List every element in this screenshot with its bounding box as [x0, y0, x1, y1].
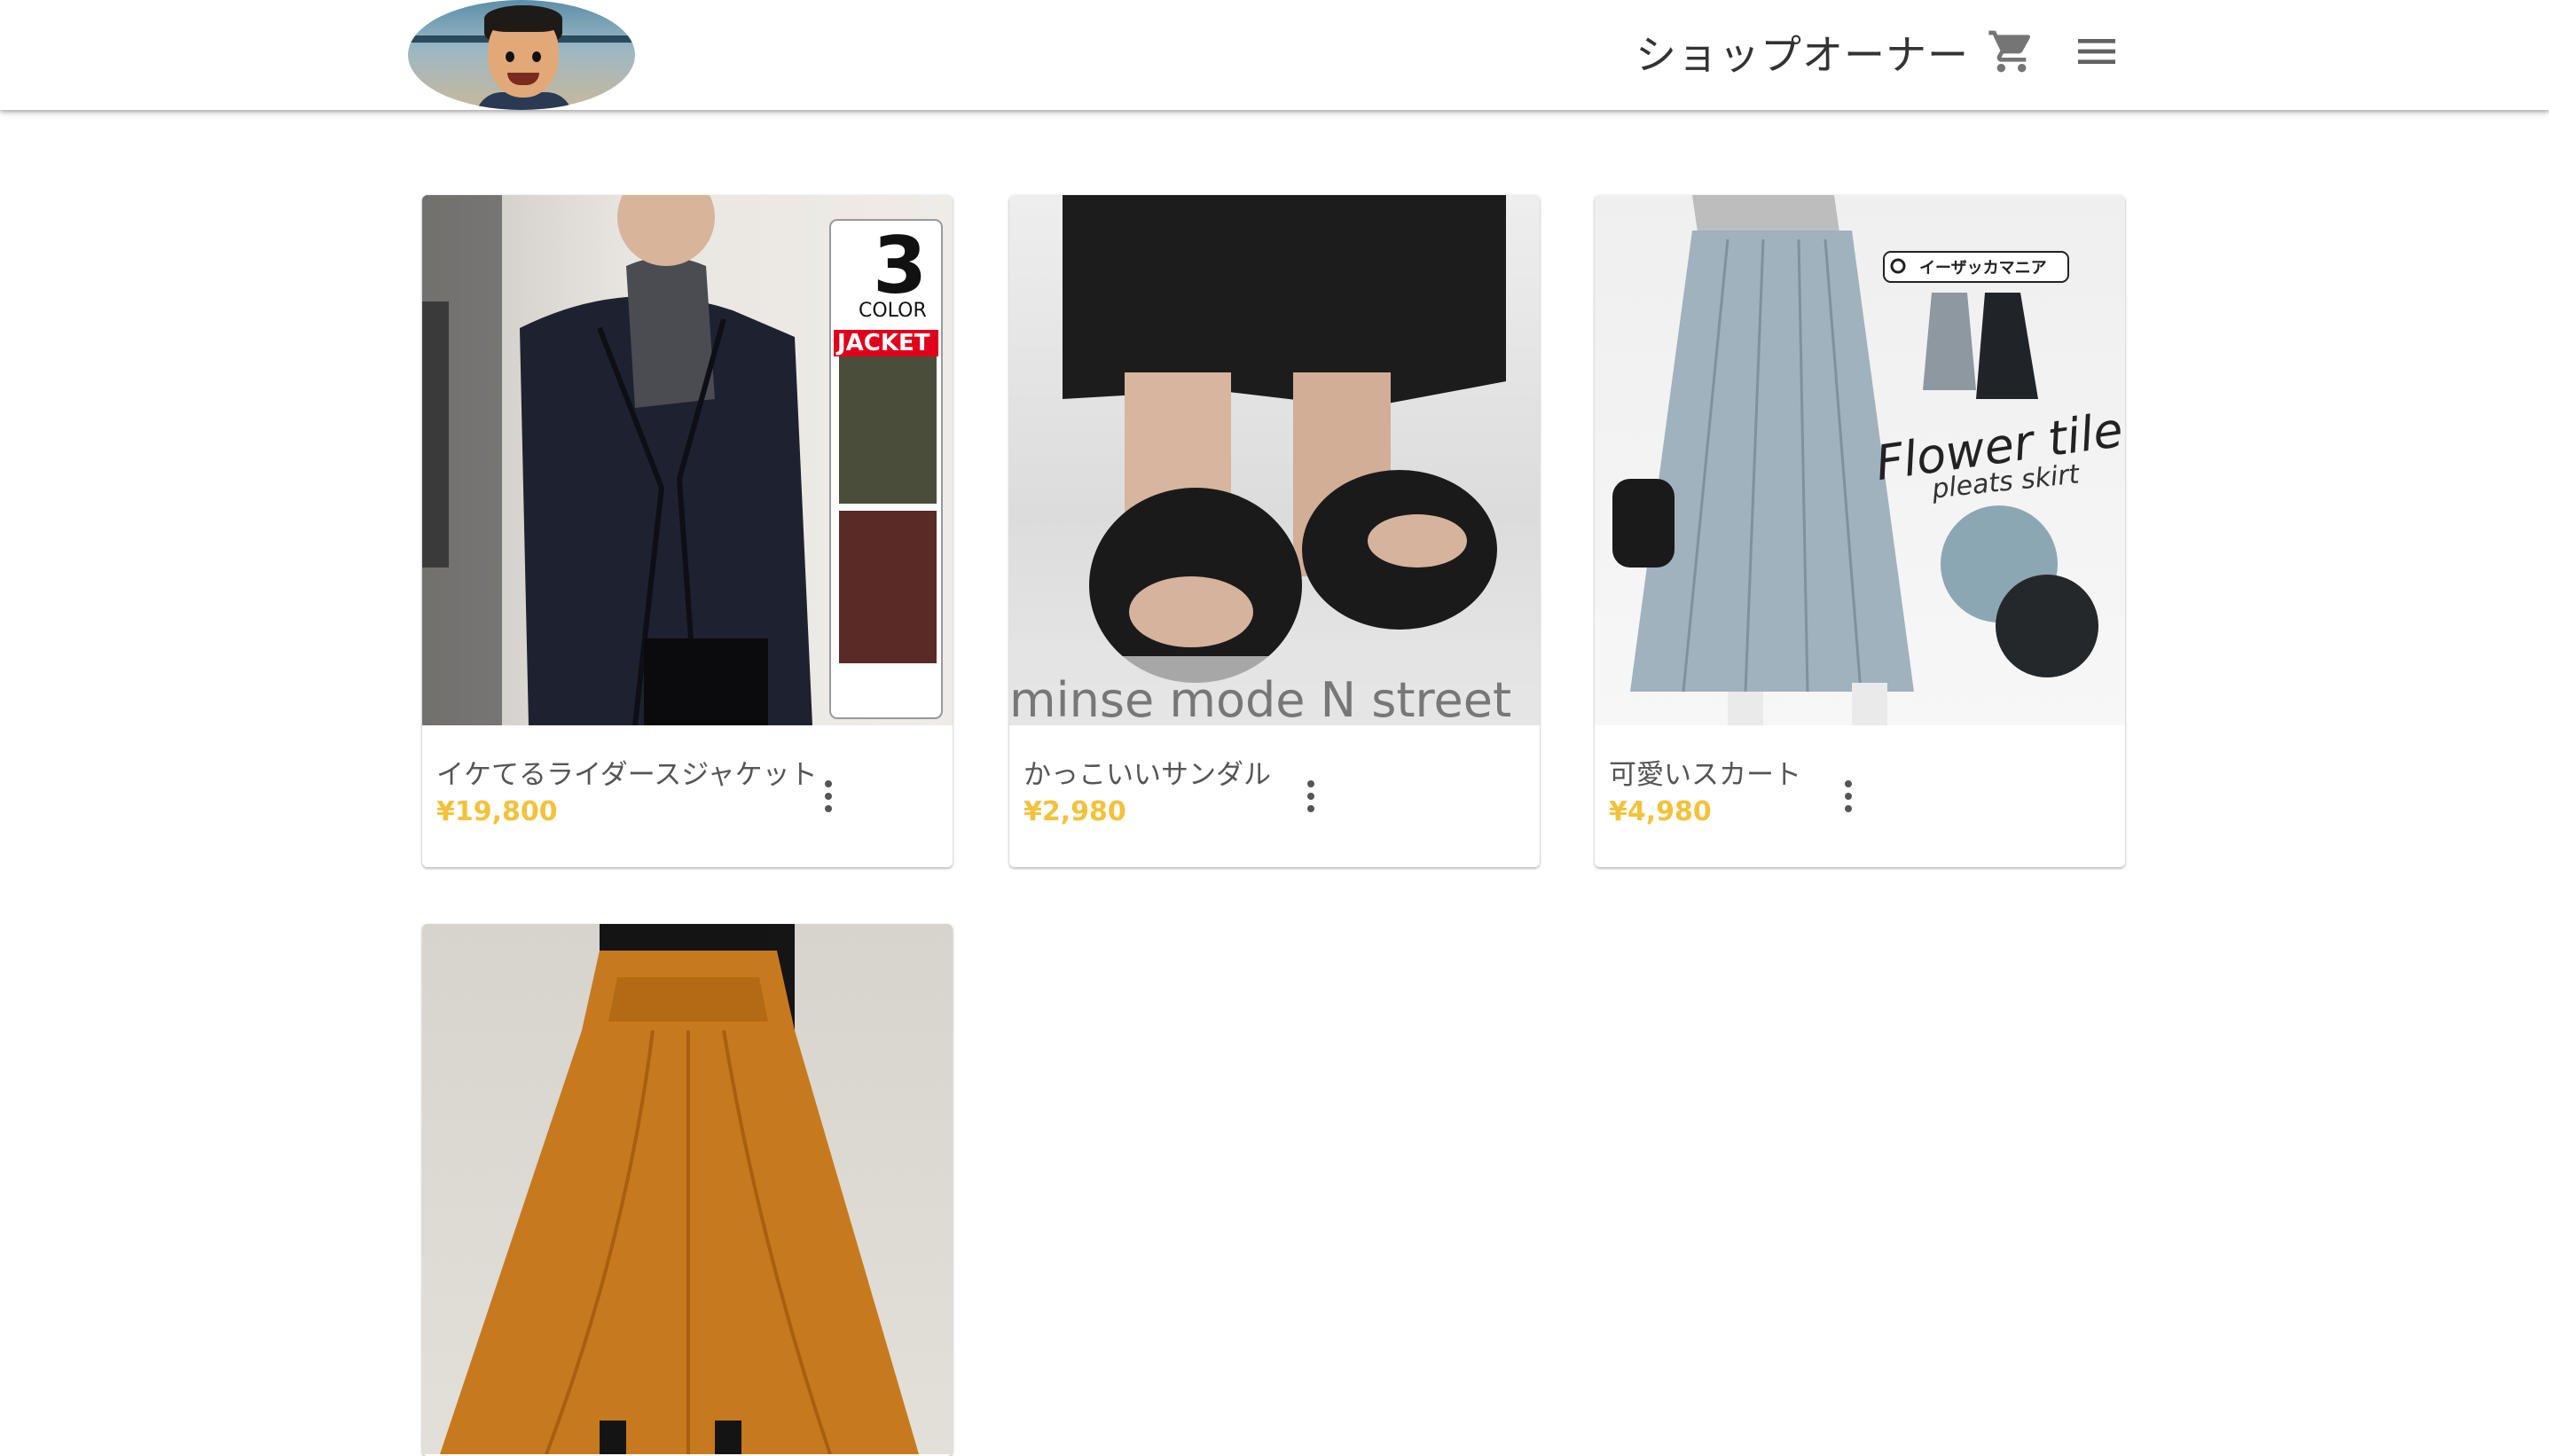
menu-button[interactable] — [2072, 27, 2122, 76]
more-vert-icon — [818, 780, 839, 812]
badge-color-label: COLOR — [859, 300, 927, 322]
product-image-flared-skirt[interactable] — [422, 924, 953, 1454]
more-vert-icon — [1838, 780, 1859, 812]
product-image-pleats-skirt[interactable]: イーザッカマニア Flower tile pleats skirt — [1595, 195, 2125, 725]
badge-number: 3 — [873, 220, 928, 311]
cart-button[interactable] — [1987, 27, 2036, 76]
product-name: かっこいいサンダル — [1024, 759, 1271, 791]
product-card[interactable] — [422, 924, 953, 1456]
product-image-leather-jacket[interactable]: 3 COLOR JACKET — [422, 195, 953, 725]
hamburger-menu-icon — [2078, 39, 2115, 64]
shopping-cart-icon — [1988, 30, 2031, 73]
shop-logo-avatar[interactable] — [408, 0, 635, 110]
product-card[interactable]: 3 COLOR JACKET イケてるライダースジャケット ¥19,800 — [422, 195, 953, 867]
product-card[interactable]: イーザッカマニア Flower tile pleats skirt 可愛いスカー… — [1595, 195, 2125, 867]
image-watermark: minse mode N street — [1009, 672, 1512, 725]
search-tag-label: イーザッカマニア — [1919, 259, 2047, 278]
product-price: ¥2,980 — [1024, 796, 1126, 827]
product-price: ¥4,980 — [1609, 796, 1712, 827]
more-options-button[interactable] — [818, 777, 839, 821]
more-options-button[interactable] — [1838, 777, 1859, 821]
more-options-button[interactable] — [1300, 777, 1322, 821]
product-name: イケてるライダースジャケット — [436, 759, 818, 791]
shop-owner-title: ショップオーナー — [1635, 31, 1969, 79]
badge-jacket-label: JACKET — [837, 330, 930, 356]
more-vert-icon — [1300, 780, 1322, 812]
product-image-sandals[interactable]: minse mode N street — [1009, 195, 1540, 725]
product-price: ¥19,800 — [436, 796, 558, 827]
product-name: 可愛いスカート — [1609, 759, 1801, 791]
product-card[interactable]: minse mode N street かっこいいサンダル ¥2,980 — [1009, 195, 1540, 867]
app-bar: ショップオーナー — [0, 0, 2549, 110]
